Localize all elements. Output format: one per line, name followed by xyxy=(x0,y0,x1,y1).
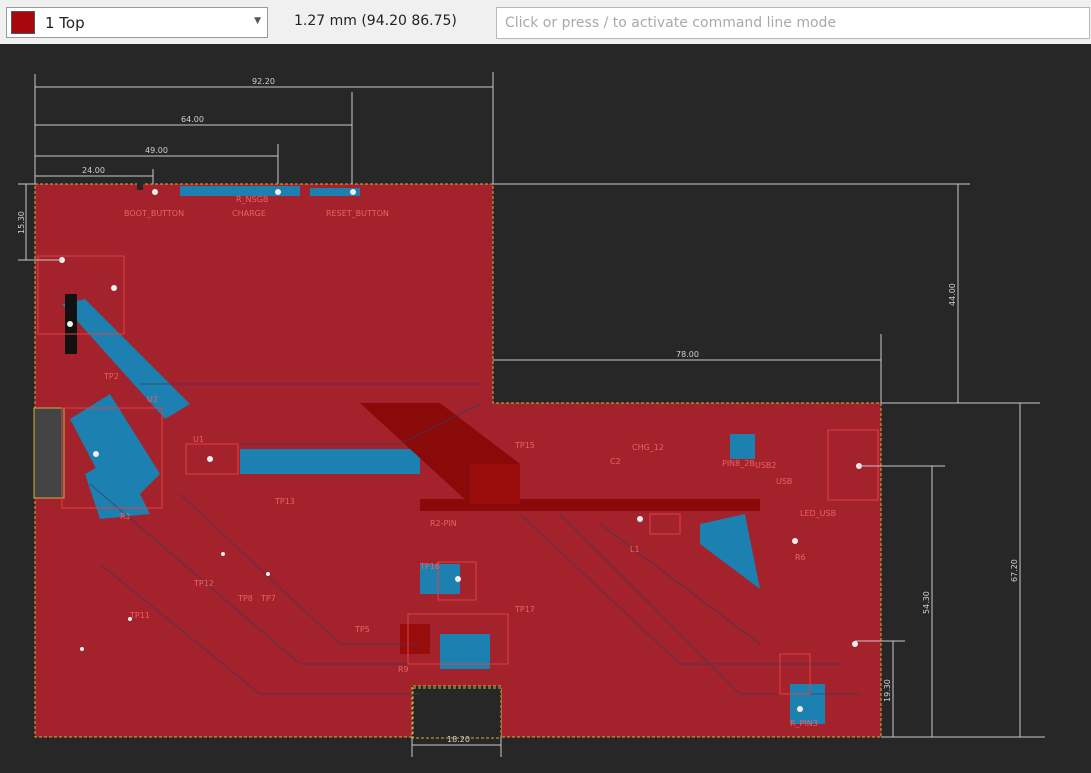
label-u2: U2 xyxy=(147,395,158,404)
label-rpin3: R_PIN3 xyxy=(790,719,818,728)
label-tp13: TP13 xyxy=(274,497,295,506)
label-charge: CHARGE xyxy=(232,209,266,218)
layer-color-swatch xyxy=(11,11,35,34)
label-r2-pin: R2-PIN xyxy=(430,519,457,528)
label-reset-button: RESET_BUTTON xyxy=(326,209,389,218)
dim-19-30: 19.30 xyxy=(883,679,892,702)
label-r-nsgb: R_NSGB xyxy=(236,195,268,204)
label-usb: USB xyxy=(776,477,792,486)
label-usb2: USB2 xyxy=(755,461,777,470)
pcb-canvas[interactable]: 92.20 64.00 49.00 24.00 15.30 44.00 78.0… xyxy=(0,44,1091,773)
cursor-coordinates: 1.27 mm (94.20 86.75) xyxy=(294,13,457,29)
label-boot-button: BOOT_BUTTON xyxy=(124,209,184,218)
label-c2: C2 xyxy=(610,457,621,466)
label-pin8: PIN8_2B xyxy=(722,459,755,468)
label-l1: L1 xyxy=(630,545,640,554)
label-tp16: TP16 xyxy=(419,562,440,571)
layer-select[interactable]: 1 Top ▼ xyxy=(6,7,268,38)
label-tp15: TP15 xyxy=(514,441,535,450)
label-tp5: TP5 xyxy=(354,625,370,634)
dim-18-20: 18.20 xyxy=(447,735,470,744)
dim-44-00: 44.00 xyxy=(948,283,957,306)
board-cutout xyxy=(412,687,502,739)
label-u1: U1 xyxy=(193,435,204,444)
label-r9: R9 xyxy=(398,665,409,674)
label-tp17: TP17 xyxy=(514,605,535,614)
dim-54-30: 54.30 xyxy=(922,591,931,614)
label-led: LED_USB xyxy=(800,509,836,518)
label-tp7: TP7 xyxy=(260,594,276,603)
dim-15-30: 15.30 xyxy=(17,211,26,234)
dim-67-20: 67.20 xyxy=(1010,559,1019,582)
dim-49-00: 49.00 xyxy=(145,146,168,155)
dim-64-00: 64.00 xyxy=(181,115,204,124)
label-chg: CHG_12 xyxy=(632,443,664,452)
label-r1: R1 xyxy=(120,512,131,521)
label-tp11: TP11 xyxy=(129,611,150,620)
label-tp8: TP8 xyxy=(237,594,253,603)
label-r6: R6 xyxy=(795,553,806,562)
dim-92-20: 92.20 xyxy=(252,77,275,86)
command-line-input[interactable] xyxy=(496,7,1090,39)
label-tp2: TP2 xyxy=(103,372,119,381)
chevron-down-icon[interactable]: ▼ xyxy=(254,16,261,26)
dim-24-00: 24.00 xyxy=(82,166,105,175)
toolbar: 1 Top ▼ 1.27 mm (94.20 86.75) xyxy=(0,0,1091,44)
board-notch xyxy=(137,182,143,190)
label-tp12: TP12 xyxy=(193,579,214,588)
dim-78-00: 78.00 xyxy=(676,350,699,359)
layer-name: 1 Top xyxy=(45,14,85,32)
